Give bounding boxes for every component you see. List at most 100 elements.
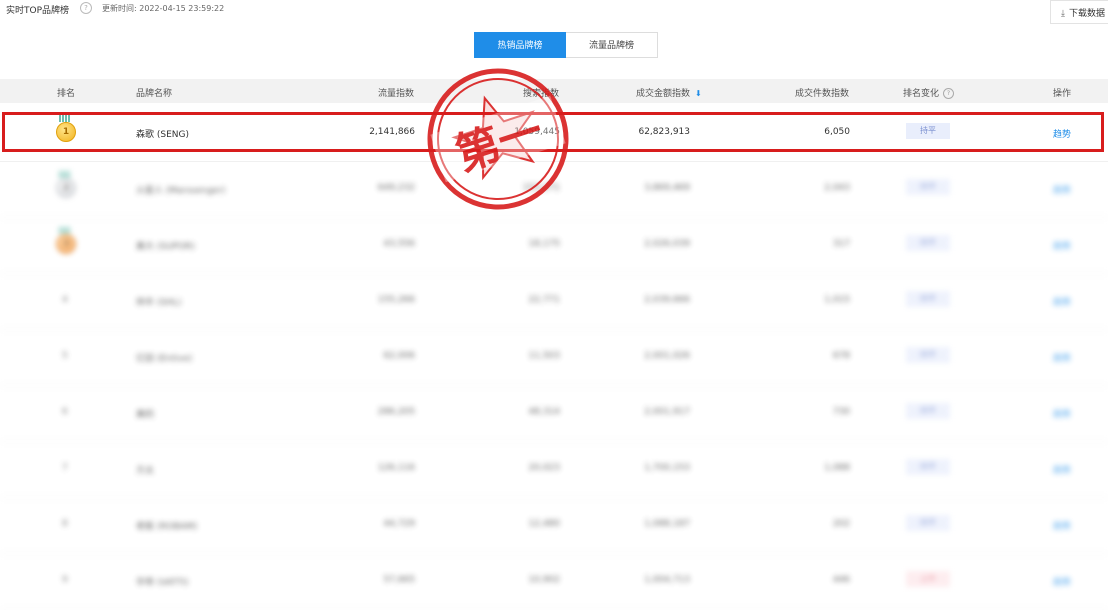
traffic-index: 57,665 — [383, 575, 416, 585]
brand-name[interactable]: 帅丰 (SHL) — [136, 295, 181, 308]
trend-link[interactable]: 趋势 — [1053, 183, 1071, 196]
search-index: 48,314 — [528, 407, 561, 417]
update-time-label: 更新时间: — [102, 4, 137, 13]
ribbon — [59, 227, 71, 234]
gmv-index: 2,001,917 — [644, 407, 690, 417]
column-rank-change: 排名变化? — [903, 86, 955, 99]
column-gmv[interactable]: 成交金额指数 ⬇ — [636, 86, 702, 99]
traffic-index: 126,116 — [377, 463, 415, 473]
table-row: 2 火星人 (Marssenger) 649,232 153,271 3,869,469… — [0, 161, 1108, 218]
brand-name[interactable]: 森歌 (SENG) — [136, 127, 189, 140]
column-traffic[interactable]: 流量指数 — [378, 86, 414, 99]
brand-name[interactable]: 华帝 (VATTI) — [136, 575, 188, 588]
trend-link[interactable]: 趋势 — [1053, 407, 1071, 420]
trend-link[interactable]: 趋势 — [1053, 575, 1071, 588]
column-rank: 排名 — [57, 89, 76, 99]
question-circle-icon[interactable]: ? — [943, 88, 955, 99]
tab-traffic[interactable]: 流量品牌榜 — [566, 32, 658, 58]
orders-index: 1,015 — [824, 295, 850, 305]
gmv-index: 62,823,913 — [638, 127, 690, 137]
ribbon — [59, 115, 71, 122]
page-title: 实时TOP品牌榜 — [6, 6, 70, 16]
search-index: 11,503 — [528, 351, 561, 361]
rank-number: 6 — [62, 407, 68, 417]
download-icon: ⤓ — [1061, 9, 1065, 19]
orders-index: 6,050 — [824, 127, 850, 137]
download-button[interactable]: ⤓ 下载数据 — [1050, 0, 1108, 24]
table-row: 6 美的 286,205 48,314 2,001,917 730 持平 趋势 — [0, 385, 1108, 442]
gmv-index: 1,088,187 — [644, 519, 690, 529]
table-row: 3 美大 (SUPOR) 43,556 18,175 2,026,039 317 持平 趋势 — [0, 217, 1108, 274]
traffic-index: 44,729 — [383, 519, 416, 529]
brand-name[interactable]: 火星人 (Marssenger) — [136, 183, 225, 196]
search-index: 1,059,445 — [514, 127, 560, 137]
column-orders[interactable]: 成交件数指数 — [795, 86, 849, 99]
question-circle-icon[interactable]: ? — [80, 2, 92, 14]
gmv-index: 1,004,713 — [644, 575, 690, 585]
column-search[interactable]: 搜索指数 — [523, 86, 559, 99]
rank-change-badge: 持平 — [906, 123, 950, 139]
search-index: 12,480 — [528, 519, 561, 529]
rank-medal-icon: 1 — [56, 115, 76, 143]
search-index: 20,023 — [528, 463, 561, 473]
rank-change-badge: 持平 — [906, 403, 950, 419]
table-row: 1 森歌 (SENG) 2,141,866 1,059,445 62,823,913 6,… — [0, 105, 1108, 162]
gmv-index: 2,039,666 — [644, 295, 690, 305]
column-rank-change-label: 排名变化 — [903, 89, 940, 99]
orders-index: 1,088 — [824, 463, 850, 473]
search-index: 22,771 — [528, 295, 561, 305]
ranking-tabs: 热销品牌榜 流量品牌榜 — [474, 32, 658, 58]
traffic-index: 286,205 — [377, 407, 415, 417]
brand-name[interactable]: 亿田 (Entive) — [136, 351, 192, 364]
rank-number: 5 — [62, 351, 68, 361]
top-bar: 实时TOP品牌榜 ? 更新时间: 2022-04-15 23:59:22 ⤓ 下载… — [0, 0, 1108, 24]
traffic-index: 62,006 — [383, 351, 416, 361]
rank-medal-icon: 2 — [56, 171, 76, 199]
rank-change-badge: 持平 — [906, 291, 950, 307]
gmv-index: 1,700,153 — [644, 463, 690, 473]
trend-link[interactable]: 趋势 — [1053, 295, 1071, 308]
rank-change-badge: 持平 — [906, 459, 950, 475]
sort-desc-icon[interactable]: ⬇ — [695, 89, 702, 98]
update-time-value: 2022-04-15 23:59:22 — [139, 4, 225, 13]
orders-index: 730 — [832, 407, 850, 417]
orders-index: 202 — [832, 519, 850, 529]
search-index: 18,175 — [528, 239, 561, 249]
traffic-index: 2,141,866 — [369, 127, 415, 137]
brand-name[interactable]: 方太 — [136, 463, 154, 476]
search-index: 153,271 — [522, 183, 560, 193]
column-gmv-label: 成交金额指数 — [636, 89, 691, 99]
rank-number: 9 — [62, 575, 68, 585]
download-label: 下载数据 — [1068, 9, 1105, 19]
gmv-index: 3,869,469 — [644, 183, 690, 193]
trend-link[interactable]: 趋势 — [1053, 351, 1071, 364]
search-index: 10,902 — [528, 575, 561, 585]
brand-name[interactable]: 老板 (ROBAM) — [136, 519, 197, 532]
rank-change-badge: 持平 — [906, 235, 950, 251]
trend-link[interactable]: 趋势 — [1053, 463, 1071, 476]
rank-medal-icon: 3 — [56, 227, 76, 255]
table-row: 7 方太 126,116 20,023 1,700,153 1,088 持平 趋势 — [0, 441, 1108, 498]
rank-number: 4 — [62, 295, 68, 305]
tab-hot-sales[interactable]: 热销品牌榜 — [474, 32, 566, 58]
table-row: 5 亿田 (Entive) 62,006 11,503 2,001,026 678 持平 趋势 — [0, 329, 1108, 386]
rank-change-badge: 持平 — [906, 179, 950, 195]
gmv-index: 2,026,039 — [644, 239, 690, 249]
medal-disc: 2 — [56, 178, 76, 198]
brand-name[interactable]: 美的 — [136, 407, 154, 420]
medal-disc: 1 — [56, 122, 76, 142]
rank-number: 7 — [62, 463, 68, 473]
ribbon — [59, 171, 71, 178]
traffic-index: 649,232 — [377, 183, 415, 193]
trend-link[interactable]: 趋势 — [1053, 519, 1071, 532]
orders-index: 678 — [832, 351, 850, 361]
table-header: 排名 品牌名称 流量指数 搜索指数 成交金额指数 ⬇ 成交件数指数 排名变化? 操… — [0, 79, 1108, 103]
rank-change-badge: 持平 — [906, 347, 950, 363]
trend-link[interactable]: 趋势 — [1053, 239, 1071, 252]
brand-name[interactable]: 美大 (SUPOR) — [136, 239, 195, 252]
table-row: 9 华帝 (VATTI) 57,665 10,902 1,004,713 446 上升 趋势 — [0, 553, 1108, 610]
orders-index: 2,043 — [824, 183, 850, 193]
table-row: 4 帅丰 (SHL) 155,266 22,771 2,039,666 1,015 持平 趋势 — [0, 273, 1108, 330]
orders-index: 317 — [832, 239, 850, 249]
trend-link[interactable]: 趋势 — [1053, 127, 1071, 140]
